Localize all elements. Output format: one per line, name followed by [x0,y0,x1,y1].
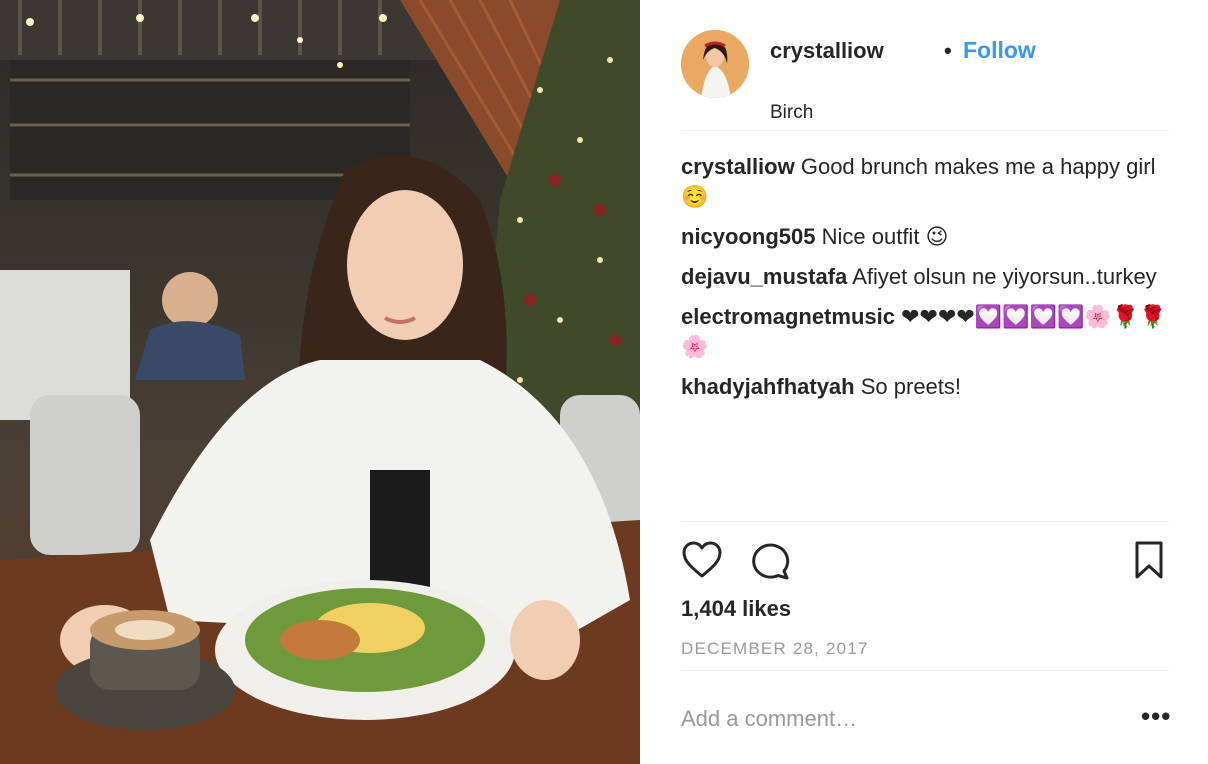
comment-item: khadyjahfhatyah So preets! [681,372,1169,402]
separator-dot: • [944,38,952,63]
comment-username[interactable]: khadyjahfhatyah [681,374,855,399]
post-photo[interactable] [0,0,640,764]
post-header: crystalliow • Follow Birch [681,30,1169,130]
post-author-username[interactable]: crystalliow [770,38,884,64]
photo-illustration [0,0,640,764]
post-date: DECEMBER 28, 2017 [681,639,869,658]
post-detail-panel: crystalliow • Follow Birch crystalliow G… [641,0,1208,764]
comment-item: dejavu_mustafa Afiyet olsun ne yiyorsun.… [681,262,1169,292]
header-divider [681,130,1169,131]
follow-button[interactable]: Follow [963,37,1036,64]
comment-username[interactable]: crystalliow [681,154,795,179]
heart-outline-icon[interactable] [681,540,723,585]
comment-item: crystalliow Good brunch makes me a happy… [681,152,1169,212]
likes-count[interactable]: 1,404 likes [681,596,791,622]
comment-username[interactable]: dejavu_mustafa [681,264,847,289]
more-options-button[interactable]: ••• [1141,703,1171,729]
avatar[interactable] [681,30,749,98]
comment-box-divider [681,670,1169,671]
comment-text: Nice outfit 😉 [821,224,949,249]
actions-divider [681,521,1169,522]
comment-text: So preets! [860,374,962,399]
comments-list: crystalliow Good brunch makes me a happy… [681,152,1169,412]
comment-item: electromagnetmusic ❤❤❤❤💟💟💟💟🌸🌹🌹🌸 [681,302,1169,362]
speech-bubble-icon[interactable] [749,540,791,585]
comment-text: Afiyet olsun ne yiyorsun..turkey [852,264,1157,289]
post-location[interactable]: Birch [770,102,813,124]
add-comment-input[interactable] [681,698,1101,740]
comment-item: nicyoong505 Nice outfit 😉 [681,222,1169,252]
bookmark-icon[interactable] [1133,540,1165,585]
comment-username[interactable]: electromagnetmusic [681,304,895,329]
comment-username[interactable]: nicyoong505 [681,224,815,249]
post-actions-bar [681,540,1169,584]
